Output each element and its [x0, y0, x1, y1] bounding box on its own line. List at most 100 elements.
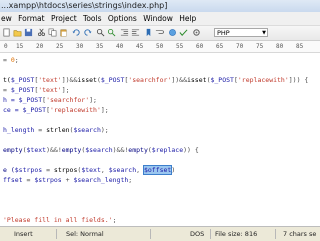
word-wrap-icon[interactable]: [155, 28, 164, 37]
code-token: $_POST: [210, 76, 234, 84]
code-token: $search_length: [73, 176, 129, 184]
menu-help[interactable]: Help: [177, 12, 198, 25]
ruler-tick: 55: [176, 43, 184, 50]
copy-icon[interactable]: [48, 28, 57, 37]
code-token: $text: [26, 146, 47, 154]
code-token: h =: [3, 96, 19, 104]
code-line[interactable]: ffset = $strpos + $search_length;: [3, 175, 132, 185]
new-file-icon[interactable]: [2, 28, 11, 37]
code-token: empty: [3, 146, 23, 154]
syntax-language-value: PHP: [217, 29, 230, 37]
code-token: ];: [61, 86, 70, 94]
code-token: ;: [112, 216, 117, 224]
code-token: =: [34, 126, 47, 134]
open-folder-icon[interactable]: [13, 28, 22, 37]
code-line[interactable]: e ($strpos = strpos($text, $search, $off…: [3, 165, 175, 175]
ruler-tick: 0: [4, 43, 8, 50]
ruler-tick: 25: [56, 43, 64, 50]
code-line[interactable]: h = $_POST['searchfor'];: [3, 95, 97, 105]
menu-options[interactable]: Options: [106, 12, 139, 25]
syntax-language-select[interactable]: PHP ▼: [214, 28, 268, 37]
code-token: ])&&: [171, 76, 187, 84]
status-divider: [210, 229, 211, 239]
code-token: $text: [81, 166, 101, 174]
menu-view[interactable]: ew: [0, 12, 14, 25]
outdent-icon[interactable]: [131, 28, 140, 37]
code-token: ])) {: [288, 76, 309, 84]
cut-icon[interactable]: [37, 28, 46, 37]
ruler-tick: 65: [216, 43, 224, 50]
code-token: ;: [128, 176, 133, 184]
code-token: $_POST: [18, 96, 43, 104]
menu-tools[interactable]: Tools: [81, 12, 103, 25]
code-token: ];: [100, 106, 109, 114]
settings-icon[interactable]: [192, 28, 201, 37]
code-line[interactable]: = 0;: [3, 55, 19, 65]
code-token: isset: [186, 76, 207, 84]
code-line[interactable]: t($_POST['text'])&&isset($_POST['searchf…: [3, 75, 308, 85]
code-token: $_POST: [22, 106, 47, 114]
code-token: empty: [128, 146, 148, 154]
code-token: $search: [85, 146, 113, 154]
status-divider: [150, 229, 151, 239]
code-token: )&&!: [112, 146, 129, 154]
code-token: 'searchfor': [128, 76, 172, 84]
code-token: ];: [89, 96, 97, 104]
code-token: 'Please fill in all fields.': [3, 216, 113, 224]
find-icon[interactable]: [96, 28, 105, 37]
ruler-tick: 60: [196, 43, 204, 50]
code-token: $replace: [151, 146, 184, 154]
status-bar: Insert Sel: Normal DOS File size: 816 7 …: [0, 226, 320, 241]
code-editor[interactable]: = 0; t($_POST['text'])&&isset($_POST['sea…: [0, 53, 320, 226]
code-token: isset: [77, 76, 97, 84]
code-token: 'text': [38, 76, 62, 84]
spell-check-icon[interactable]: [179, 28, 188, 37]
chevron-down-icon: ▼: [262, 30, 266, 36]
code-line[interactable]: ce = $_POST['replacewith'];: [3, 105, 109, 115]
indent-icon[interactable]: [120, 28, 129, 37]
ruler-tick: 75: [256, 43, 264, 50]
status-file-size: File size: 816: [215, 230, 258, 238]
code-token: $search: [73, 126, 101, 134]
bookmark-icon[interactable]: [144, 28, 153, 37]
status-selection-mode[interactable]: Sel: Normal: [66, 227, 104, 241]
title-bar: ...xampp\htdocs\series\strings\index.php…: [0, 0, 320, 12]
code-line[interactable]: = $_POST['text'];: [3, 85, 70, 95]
browser-preview-icon[interactable]: [168, 28, 177, 37]
code-token: $_POST: [10, 76, 35, 84]
menu-format[interactable]: Format: [16, 12, 46, 25]
replace-icon[interactable]: [107, 28, 116, 37]
status-insert-mode[interactable]: Insert: [14, 227, 33, 241]
code-token: 'searchfor': [46, 96, 90, 104]
selected-text: $offset: [142, 165, 173, 175]
window-title: ...xampp\htdocs\series\strings\index.php…: [1, 1, 168, 10]
code-line[interactable]: h_length = strlen($search);: [3, 125, 109, 135]
redo-icon[interactable]: [83, 28, 92, 37]
code-token: =: [3, 86, 11, 94]
status-line-ending[interactable]: DOS: [190, 227, 204, 241]
save-icon[interactable]: [24, 28, 33, 37]
code-token: )&&!: [46, 146, 62, 154]
paste-icon[interactable]: [59, 28, 68, 37]
code-token: 'replacewith': [237, 76, 289, 84]
code-token: ce =: [3, 106, 23, 114]
status-divider: [275, 229, 276, 239]
code-token: $search: [108, 166, 137, 174]
menu-window[interactable]: Window: [141, 12, 175, 25]
code-token: $_POST: [10, 86, 35, 94]
code-token: =: [22, 176, 35, 184]
ruler-tick: 15: [16, 43, 24, 50]
code-token: e (: [3, 166, 15, 174]
ruler-tick: 35: [96, 43, 104, 50]
status-divider: [56, 229, 57, 239]
code-token: empty: [61, 146, 82, 154]
code-line[interactable]: empty($text)&&!empty($search)&&!empty($r…: [3, 145, 199, 155]
code-token: strpos: [53, 166, 78, 174]
code-token: ): [171, 166, 176, 174]
code-token: strlen: [46, 126, 70, 134]
menu-project[interactable]: Project: [49, 12, 79, 25]
undo-icon[interactable]: [72, 28, 81, 37]
code-line[interactable]: 'Please fill in all fields.';: [3, 215, 117, 225]
code-token: $strpos: [14, 166, 43, 174]
ruler-tick: 40: [116, 43, 124, 50]
